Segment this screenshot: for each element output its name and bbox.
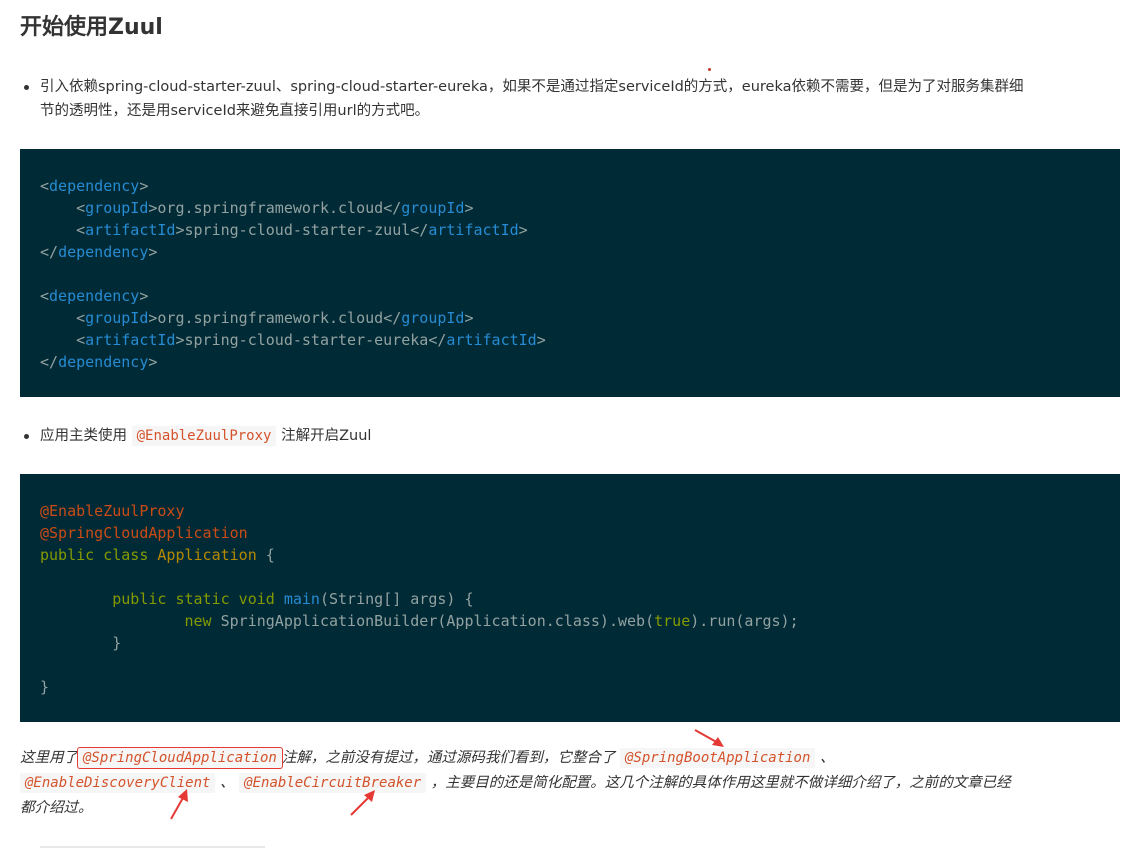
code-line: <artifactId>spring-cloud-starter-eureka<…: [40, 331, 546, 349]
bullet-text-line1: 引入依赖spring-cloud-starter-zuul、spring-clo…: [40, 79, 1024, 95]
xml-value: spring-cloud-starter-zuul: [184, 221, 411, 239]
xml-tag: groupId: [85, 199, 149, 217]
code-line: <groupId>org.springframework.cloud</grou…: [40, 309, 474, 327]
code-line: <groupId>org.springframework.cloud</grou…: [40, 199, 474, 217]
note-text: 注解，之前没有提过，通过源码我们看到，它整合了: [281, 750, 616, 766]
annotation: @SpringCloudApplication: [40, 524, 248, 542]
brace: }: [112, 634, 122, 652]
inline-code-spring-cloud-application: @SpringCloudApplication: [77, 747, 283, 769]
bullet-text: 引入依赖spring-cloud-starter-zuul、spring-clo…: [40, 75, 1100, 123]
xml-tag: artifactId: [85, 221, 176, 239]
xml-code-block[interactable]: <dependency> <groupId>org.springframewor…: [20, 149, 1120, 397]
note-text: 、: [220, 775, 235, 791]
inline-code-enable-circuit-breaker: @EnableCircuitBreaker: [239, 773, 427, 793]
bullet-dot: [24, 434, 29, 439]
xml-tag: artifactId: [446, 331, 537, 349]
code-line: @SpringCloudApplication: [40, 522, 1100, 544]
java-code-block[interactable]: @EnableZuulProxy @SpringCloudApplication…: [20, 474, 1120, 722]
code-line: <artifactId>spring-cloud-starter-zuul</a…: [40, 221, 528, 239]
xml-value: org.springframework.cloud: [157, 309, 384, 327]
params: (String[] args) {: [319, 590, 474, 608]
xml-value: spring-cloud-starter-eureka: [184, 331, 429, 349]
inline-code-enable-zuul-proxy: @EnableZuulProxy: [131, 426, 277, 446]
code-line: <dependency>: [40, 177, 149, 195]
bullet-text-line2: 节的透明性，还是用serviceId来避免直接引用url的方式吧。: [40, 103, 430, 119]
arrow-annotation-icon: [170, 789, 188, 820]
bullet-text: 应用主类使用 @EnableZuulProxy 注解开启Zuul: [40, 424, 1100, 448]
code-line: <dependency>: [40, 287, 149, 305]
class-name: Application: [157, 546, 257, 564]
keyword: new: [184, 612, 212, 630]
xml-tag: groupId: [401, 199, 465, 217]
xml-tag: artifactId: [428, 221, 519, 239]
literal: true: [654, 612, 691, 630]
xml-tag: groupId: [85, 309, 149, 327]
code-line: </dependency>: [40, 243, 158, 261]
note-text: ，主要目的还是简化配置。这几个注解的具体作用这里就不做详细介绍了，之前的文章已经: [430, 775, 1011, 791]
code-line: @EnableZuulProxy: [40, 500, 1100, 522]
punct: {: [256, 546, 275, 564]
arrow-annotation-icon: [350, 790, 375, 816]
xml-tag: dependency: [49, 287, 140, 305]
xml-tag: groupId: [401, 309, 465, 327]
note-text: 这里用了: [20, 750, 78, 766]
code-line: new SpringApplicationBuilder(Application…: [40, 610, 1100, 632]
bullet-enable-zuul: 应用主类使用 @EnableZuulProxy 注解开启Zuul: [20, 424, 1100, 448]
method-name: main: [283, 590, 320, 608]
bullet-suffix: 注解开启Zuul: [281, 428, 372, 444]
code-line: }: [40, 676, 1100, 698]
red-dot-mark: [708, 68, 711, 71]
xml-tag: artifactId: [85, 331, 176, 349]
code-line: }: [40, 632, 1100, 654]
keyword: public class: [40, 546, 149, 564]
run-call: ).run(args);: [690, 612, 799, 630]
xml-tag: dependency: [58, 353, 149, 371]
bullet-dependencies: 引入依赖spring-cloud-starter-zuul、spring-clo…: [20, 75, 1100, 123]
annotation: @EnableZuulProxy: [40, 502, 185, 520]
xml-tag: dependency: [58, 243, 149, 261]
bullet-prefix: 应用主类使用: [40, 428, 127, 444]
brace: }: [40, 678, 50, 696]
code-line: public static void main(String[] args) {: [40, 588, 1100, 610]
code-line: public class Application {: [40, 544, 1100, 566]
note-text: 、: [820, 750, 835, 766]
bullet-dot: [24, 85, 29, 90]
arrow-annotation-icon: [694, 729, 724, 747]
xml-value: org.springframework.cloud: [157, 199, 384, 217]
code-line: </dependency>: [40, 353, 158, 371]
section-heading: 开始使用Zuul: [20, 15, 163, 40]
builder-call: SpringApplicationBuilder(Application.cla…: [220, 612, 655, 630]
xml-tag: dependency: [49, 177, 140, 195]
note-text: 都介绍过。: [20, 800, 93, 816]
keyword: public static void: [112, 590, 275, 608]
